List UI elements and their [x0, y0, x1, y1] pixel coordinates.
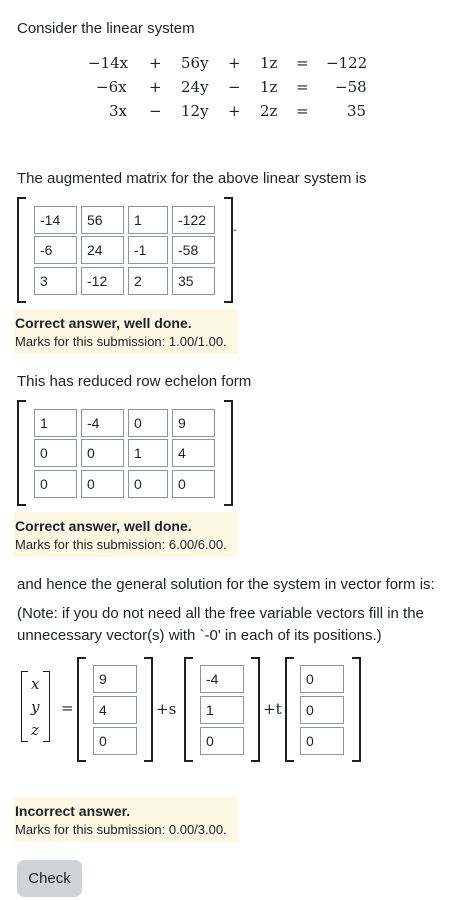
rref-cell-r1c4[interactable] — [172, 409, 215, 437]
solution-feedback: Incorrect answer. Marks for this submiss… — [14, 797, 238, 842]
aug-cell-r1c4[interactable] — [172, 206, 215, 234]
eq1-term-x: −14x — [88, 54, 129, 72]
plus-t: +t — [263, 700, 282, 718]
check-button[interactable]: Check — [17, 860, 82, 897]
aug-cell-r2c1[interactable] — [34, 236, 77, 264]
left-bracket — [17, 197, 26, 303]
v0-cell-2[interactable] — [93, 696, 137, 724]
rref-cell-r2c1[interactable] — [34, 439, 77, 467]
equals-sign: = — [61, 699, 74, 717]
eq3-op1: − — [149, 102, 162, 120]
eq1-term-z: 1z — [260, 54, 278, 72]
augmented-feedback: Correct answer, well done. Marks for thi… — [14, 309, 238, 354]
var-z: z — [31, 721, 39, 739]
aug-cell-r1c3[interactable] — [128, 206, 168, 234]
v1-cell-2[interactable] — [200, 696, 244, 724]
right-bracket — [352, 657, 361, 762]
eq2-op1: + — [149, 78, 162, 96]
eq3-term-x: 3x — [109, 102, 128, 120]
equation-row-2: −6x + 24y − 1z = −58 — [60, 78, 380, 102]
left-bracket — [77, 657, 86, 762]
eq3-term-z: 2z — [260, 102, 278, 120]
eq2-equals: = — [296, 78, 309, 96]
v2-cell-1[interactable] — [300, 665, 344, 693]
aug-cell-r2c4[interactable] — [172, 236, 215, 264]
aug-cell-r3c3[interactable] — [128, 267, 168, 295]
eq1-term-y: 56y — [181, 54, 209, 72]
trailing-period: . — [233, 218, 237, 234]
rref-cell-r3c1[interactable] — [34, 470, 77, 498]
eq2-term-y: 24y — [181, 78, 209, 96]
rref-feedback: Correct answer, well done. Marks for thi… — [14, 512, 238, 557]
rref-cell-r3c3[interactable] — [128, 470, 168, 498]
left-bracket — [285, 657, 294, 762]
aug-cell-r1c1[interactable] — [34, 206, 77, 234]
rref-cell-r2c3[interactable] — [128, 439, 168, 467]
aug-cell-r2c2[interactable] — [81, 236, 124, 264]
aug-cell-r3c4[interactable] — [172, 267, 215, 295]
aug-cell-r3c1[interactable] — [34, 267, 77, 295]
aug-cell-r1c2[interactable] — [81, 206, 124, 234]
feedback-marks: Marks for this submission: 1.00/1.00. — [15, 334, 227, 349]
v0-cell-3[interactable] — [93, 727, 137, 755]
aug-cell-r3c2[interactable] — [81, 267, 124, 295]
rref-cell-r1c2[interactable] — [81, 409, 124, 437]
rref-cell-r1c3[interactable] — [128, 409, 168, 437]
rref-cell-r3c2[interactable] — [81, 470, 124, 498]
feedback-heading: Incorrect answer. — [15, 803, 131, 819]
v2-cell-3[interactable] — [300, 727, 344, 755]
eq1-op2: + — [228, 54, 241, 72]
feedback-marks: Marks for this submission: 6.00/6.00. — [15, 537, 227, 552]
eq3-term-y: 12y — [181, 102, 209, 120]
rref-prompt: This has reduced row echelon form — [17, 373, 252, 390]
eq2-term-x: −6x — [96, 78, 127, 96]
intro-text: Consider the linear system — [17, 20, 195, 37]
eq1-rhs: −122 — [326, 54, 368, 72]
rref-cell-r2c2[interactable] — [81, 439, 124, 467]
augmented-prompt: The augmented matrix for the above linea… — [17, 170, 367, 187]
right-bracket — [144, 657, 153, 762]
right-bracket — [43, 671, 50, 742]
left-bracket — [21, 671, 28, 742]
solution-prompt: and hence the general solution for the s… — [17, 576, 435, 593]
left-bracket — [184, 657, 193, 762]
equation-row-3: 3x − 12y + 2z = 35 — [60, 102, 380, 126]
rref-cell-r3c4[interactable] — [172, 470, 215, 498]
eq3-rhs: 35 — [347, 102, 367, 120]
equation-row-1: −14x + 56y + 1z = −122 — [60, 54, 380, 78]
v1-cell-1[interactable] — [200, 665, 244, 693]
eq1-op1: + — [149, 54, 162, 72]
rref-cell-r1c1[interactable] — [34, 409, 77, 437]
right-bracket — [251, 657, 260, 762]
eq1-equals: = — [296, 54, 309, 72]
rref-cell-r2c4[interactable] — [172, 439, 215, 467]
feedback-marks: Marks for this submission: 0.00/3.00. — [15, 822, 227, 837]
feedback-heading: Correct answer, well done. — [15, 518, 192, 534]
right-bracket — [224, 197, 233, 303]
eq2-op2: − — [228, 78, 241, 96]
plus-s: +s — [156, 700, 177, 718]
v2-cell-2[interactable] — [300, 696, 344, 724]
v0-cell-1[interactable] — [93, 665, 137, 693]
var-y: y — [31, 698, 40, 716]
v1-cell-3[interactable] — [200, 727, 244, 755]
eq2-term-z: 1z — [260, 78, 278, 96]
solution-note-line1: (Note: if you do not need all the free v… — [17, 605, 424, 622]
eq2-rhs: −58 — [335, 78, 367, 96]
right-bracket — [224, 400, 233, 506]
aug-cell-r2c3[interactable] — [128, 236, 168, 264]
feedback-heading: Correct answer, well done. — [15, 315, 192, 331]
eq3-op2: + — [228, 102, 241, 120]
eq3-equals: = — [296, 102, 309, 120]
solution-note-line2: unnecessary vector(s) with `-0' in each … — [17, 627, 382, 644]
var-x: x — [31, 675, 40, 693]
left-bracket — [17, 400, 26, 506]
